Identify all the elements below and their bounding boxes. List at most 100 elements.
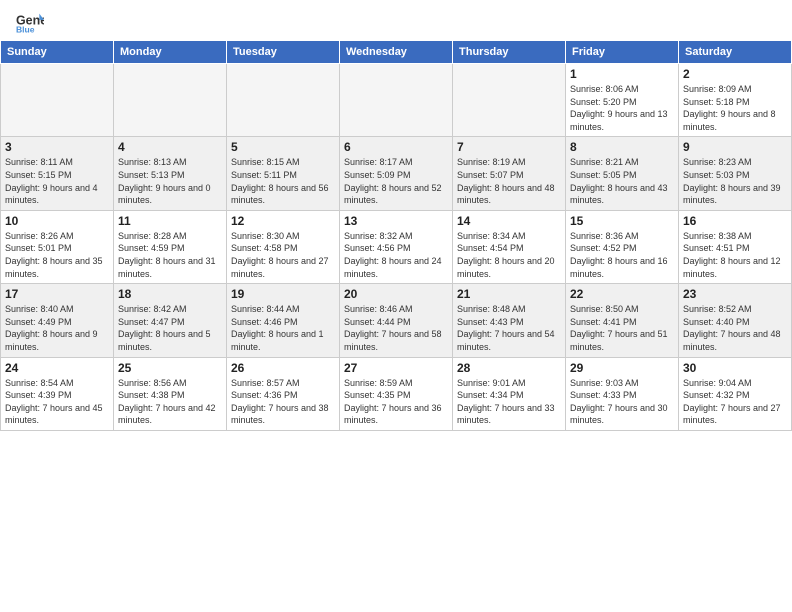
dow-header: Wednesday xyxy=(340,41,453,64)
day-info: Sunrise: 8:57 AM Sunset: 4:36 PM Dayligh… xyxy=(231,377,335,427)
calendar-week: 17 Sunrise: 8:40 AM Sunset: 4:49 PM Dayli… xyxy=(1,284,792,357)
day-info: Sunrise: 8:40 AM Sunset: 4:49 PM Dayligh… xyxy=(5,303,109,353)
calendar-day xyxy=(1,64,114,137)
day-number: 28 xyxy=(457,361,561,375)
calendar-day: 28 Sunrise: 9:01 AM Sunset: 4:34 PM Dayli… xyxy=(453,357,566,430)
dow-header: Monday xyxy=(114,41,227,64)
day-number: 2 xyxy=(683,67,787,81)
day-info: Sunrise: 8:36 AM Sunset: 4:52 PM Dayligh… xyxy=(570,230,674,280)
calendar-day: 26 Sunrise: 8:57 AM Sunset: 4:36 PM Dayli… xyxy=(227,357,340,430)
day-number: 3 xyxy=(5,140,109,154)
day-number: 30 xyxy=(683,361,787,375)
logo-icon: General Blue xyxy=(16,12,44,34)
calendar-day: 16Sunrise: 8:38 AM Sunset: 4:51 PM Dayli… xyxy=(679,210,792,283)
day-info: Sunrise: 8:48 AM Sunset: 4:43 PM Dayligh… xyxy=(457,303,561,353)
calendar: SundayMondayTuesdayWednesdayThursdayFrid… xyxy=(0,40,792,431)
day-number: 5 xyxy=(231,140,335,154)
calendar-week: 3 Sunrise: 8:11 AM Sunset: 5:15 PM Daylig… xyxy=(1,137,792,210)
day-number: 25 xyxy=(118,361,222,375)
calendar-body: 1 Sunrise: 8:06 AM Sunset: 5:20 PM Daylig… xyxy=(1,64,792,431)
day-number: 27 xyxy=(344,361,448,375)
day-info: Sunrise: 8:21 AM Sunset: 5:05 PM Dayligh… xyxy=(570,156,674,206)
calendar-day: 14Sunrise: 8:34 AM Sunset: 4:54 PM Dayli… xyxy=(453,210,566,283)
day-info: Sunrise: 8:54 AM Sunset: 4:39 PM Dayligh… xyxy=(5,377,109,427)
day-number: 9 xyxy=(683,140,787,154)
calendar-day: 12 Sunrise: 8:30 AM Sunset: 4:58 PM Dayli… xyxy=(227,210,340,283)
calendar-day: 13Sunrise: 8:32 AM Sunset: 4:56 PM Dayli… xyxy=(340,210,453,283)
calendar-day: 27 Sunrise: 8:59 AM Sunset: 4:35 PM Dayli… xyxy=(340,357,453,430)
day-info: Sunrise: 8:26 AM Sunset: 5:01 PM Dayligh… xyxy=(5,230,109,280)
calendar-day: 19 Sunrise: 8:44 AM Sunset: 4:46 PM Dayli… xyxy=(227,284,340,357)
calendar-day: 18Sunrise: 8:42 AM Sunset: 4:47 PM Dayli… xyxy=(114,284,227,357)
svg-text:Blue: Blue xyxy=(16,24,35,34)
day-number: 24 xyxy=(5,361,109,375)
calendar-day: 20Sunrise: 8:46 AM Sunset: 4:44 PM Dayli… xyxy=(340,284,453,357)
calendar-day: 24 Sunrise: 8:54 AM Sunset: 4:39 PM Dayli… xyxy=(1,357,114,430)
day-number: 18 xyxy=(118,287,222,301)
day-number: 11 xyxy=(118,214,222,228)
day-info: Sunrise: 9:04 AM Sunset: 4:32 PM Dayligh… xyxy=(683,377,787,427)
calendar-day: 22 Sunrise: 8:50 AM Sunset: 4:41 PM Dayli… xyxy=(566,284,679,357)
day-number: 23 xyxy=(683,287,787,301)
day-number: 12 xyxy=(231,214,335,228)
calendar-day: 21Sunrise: 8:48 AM Sunset: 4:43 PM Dayli… xyxy=(453,284,566,357)
calendar-week: 10Sunrise: 8:26 AM Sunset: 5:01 PM Dayli… xyxy=(1,210,792,283)
calendar-day: 9 Sunrise: 8:23 AM Sunset: 5:03 PM Daylig… xyxy=(679,137,792,210)
page-header: General Blue xyxy=(0,0,792,40)
day-number: 26 xyxy=(231,361,335,375)
day-number: 8 xyxy=(570,140,674,154)
calendar-day: 17 Sunrise: 8:40 AM Sunset: 4:49 PM Dayli… xyxy=(1,284,114,357)
calendar-day xyxy=(114,64,227,137)
day-number: 16 xyxy=(683,214,787,228)
day-number: 22 xyxy=(570,287,674,301)
calendar-day xyxy=(340,64,453,137)
day-number: 1 xyxy=(570,67,674,81)
day-info: Sunrise: 8:30 AM Sunset: 4:58 PM Dayligh… xyxy=(231,230,335,280)
calendar-day: 15 Sunrise: 8:36 AM Sunset: 4:52 PM Dayli… xyxy=(566,210,679,283)
day-info: Sunrise: 8:59 AM Sunset: 4:35 PM Dayligh… xyxy=(344,377,448,427)
calendar-day: 29 Sunrise: 9:03 AM Sunset: 4:33 PM Dayli… xyxy=(566,357,679,430)
calendar-day: 8 Sunrise: 8:21 AM Sunset: 5:05 PM Daylig… xyxy=(566,137,679,210)
logo: General Blue xyxy=(16,12,44,34)
calendar-day: 11 Sunrise: 8:28 AM Sunset: 4:59 PM Dayli… xyxy=(114,210,227,283)
day-number: 13 xyxy=(344,214,448,228)
day-info: Sunrise: 8:19 AM Sunset: 5:07 PM Dayligh… xyxy=(457,156,561,206)
dow-header: Saturday xyxy=(679,41,792,64)
calendar-day: 6 Sunrise: 8:17 AM Sunset: 5:09 PM Daylig… xyxy=(340,137,453,210)
dow-header: Friday xyxy=(566,41,679,64)
day-number: 17 xyxy=(5,287,109,301)
day-number: 29 xyxy=(570,361,674,375)
day-info: Sunrise: 8:44 AM Sunset: 4:46 PM Dayligh… xyxy=(231,303,335,353)
day-info: Sunrise: 8:15 AM Sunset: 5:11 PM Dayligh… xyxy=(231,156,335,206)
calendar-day: 5 Sunrise: 8:15 AM Sunset: 5:11 PM Daylig… xyxy=(227,137,340,210)
calendar-day: 1 Sunrise: 8:06 AM Sunset: 5:20 PM Daylig… xyxy=(566,64,679,137)
day-number: 4 xyxy=(118,140,222,154)
day-info: Sunrise: 8:06 AM Sunset: 5:20 PM Dayligh… xyxy=(570,83,674,133)
calendar-day xyxy=(227,64,340,137)
day-info: Sunrise: 8:52 AM Sunset: 4:40 PM Dayligh… xyxy=(683,303,787,353)
calendar-day xyxy=(453,64,566,137)
calendar-week: 24 Sunrise: 8:54 AM Sunset: 4:39 PM Dayli… xyxy=(1,357,792,430)
day-number: 14 xyxy=(457,214,561,228)
calendar-day: 2 Sunrise: 8:09 AM Sunset: 5:18 PM Daylig… xyxy=(679,64,792,137)
dow-header: Tuesday xyxy=(227,41,340,64)
day-info: Sunrise: 9:01 AM Sunset: 4:34 PM Dayligh… xyxy=(457,377,561,427)
calendar-day: 7Sunrise: 8:19 AM Sunset: 5:07 PM Daylig… xyxy=(453,137,566,210)
calendar-week: 1 Sunrise: 8:06 AM Sunset: 5:20 PM Daylig… xyxy=(1,64,792,137)
day-info: Sunrise: 8:50 AM Sunset: 4:41 PM Dayligh… xyxy=(570,303,674,353)
calendar-day: 25Sunrise: 8:56 AM Sunset: 4:38 PM Dayli… xyxy=(114,357,227,430)
dow-header: Thursday xyxy=(453,41,566,64)
calendar-day: 23 Sunrise: 8:52 AM Sunset: 4:40 PM Dayli… xyxy=(679,284,792,357)
day-number: 19 xyxy=(231,287,335,301)
day-number: 6 xyxy=(344,140,448,154)
calendar-day: 30 Sunrise: 9:04 AM Sunset: 4:32 PM Dayli… xyxy=(679,357,792,430)
dow-header: Sunday xyxy=(1,41,114,64)
day-info: Sunrise: 8:28 AM Sunset: 4:59 PM Dayligh… xyxy=(118,230,222,280)
day-info: Sunrise: 8:09 AM Sunset: 5:18 PM Dayligh… xyxy=(683,83,787,133)
calendar-day: 3 Sunrise: 8:11 AM Sunset: 5:15 PM Daylig… xyxy=(1,137,114,210)
day-info: Sunrise: 8:11 AM Sunset: 5:15 PM Dayligh… xyxy=(5,156,109,206)
day-info: Sunrise: 8:17 AM Sunset: 5:09 PM Dayligh… xyxy=(344,156,448,206)
day-info: Sunrise: 8:23 AM Sunset: 5:03 PM Dayligh… xyxy=(683,156,787,206)
day-number: 15 xyxy=(570,214,674,228)
day-info: Sunrise: 9:03 AM Sunset: 4:33 PM Dayligh… xyxy=(570,377,674,427)
